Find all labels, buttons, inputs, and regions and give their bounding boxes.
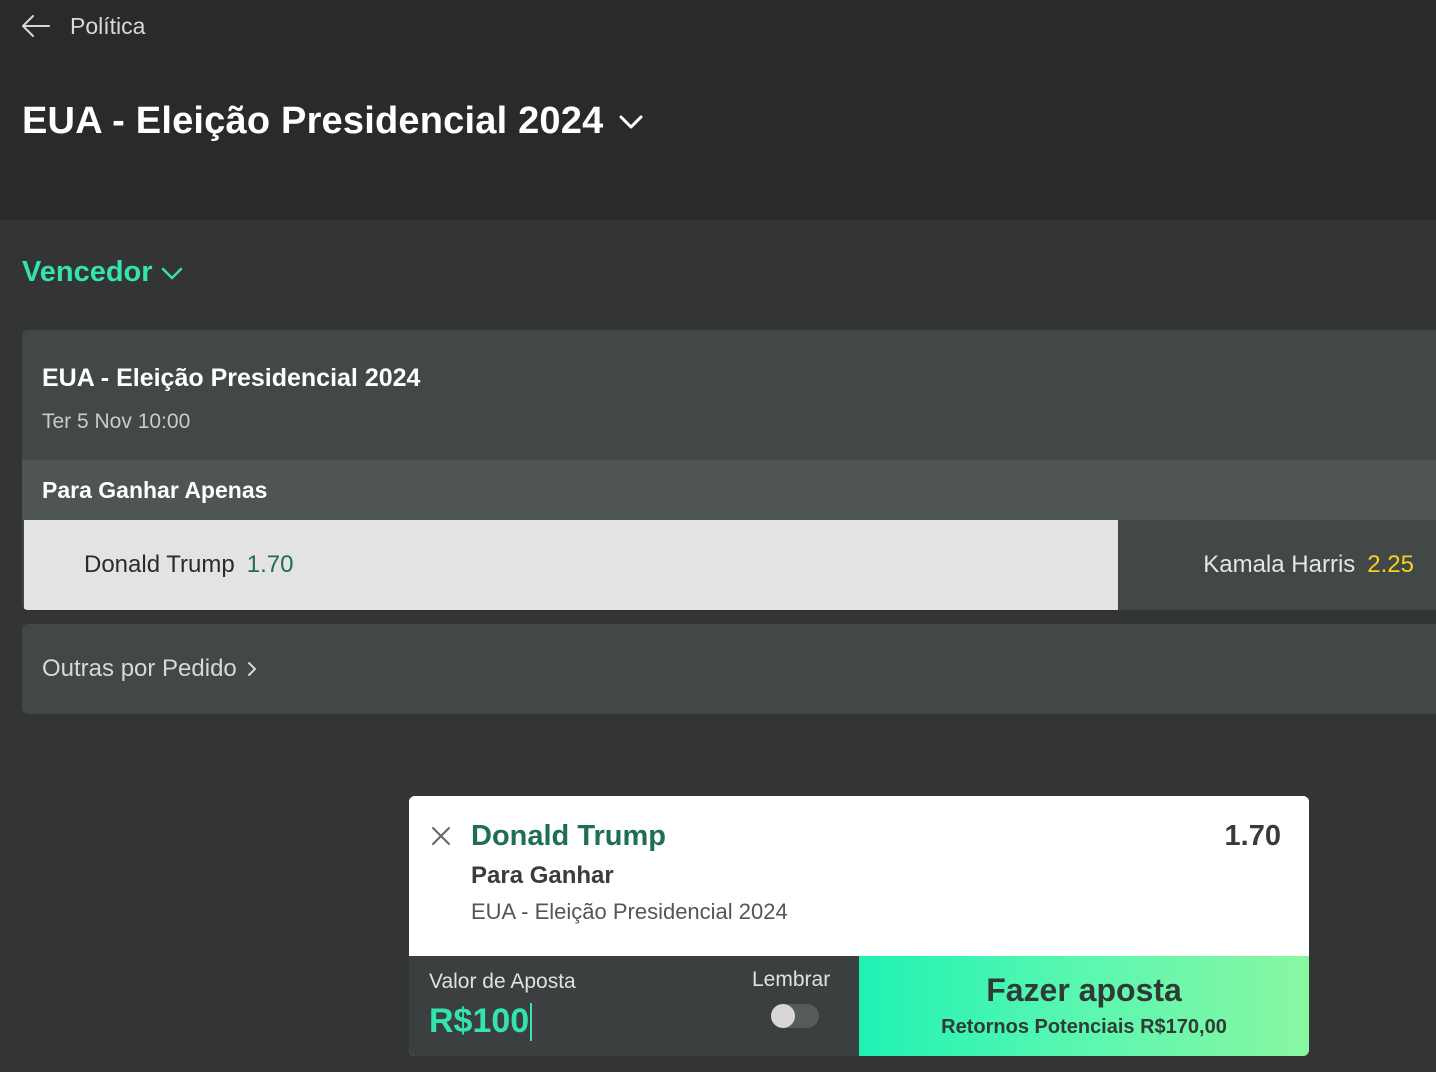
arrow-left-icon[interactable] xyxy=(20,10,52,42)
selection-kamala-harris[interactable]: Kamala Harris 2.25 xyxy=(1118,520,1436,610)
remember-label: Lembrar xyxy=(752,968,831,991)
selection-donald-trump[interactable]: Donald Trump 1.70 xyxy=(24,520,1118,610)
breadcrumb-category[interactable]: Política xyxy=(70,13,145,40)
place-bet-label: Fazer aposta xyxy=(986,972,1182,1008)
toggle-knob xyxy=(771,1004,795,1028)
stake-input[interactable]: R$100 xyxy=(429,1002,533,1041)
betslip-odds: 1.70 xyxy=(1224,820,1281,852)
selection-name: Kamala Harris xyxy=(1203,551,1356,578)
selection-name: Donald Trump xyxy=(84,551,235,578)
top-header: Política EUA - Eleição Presidencial 2024 xyxy=(0,0,1436,220)
chevron-down-icon[interactable] xyxy=(159,260,185,286)
selection-odds: 1.70 xyxy=(246,551,294,578)
close-icon[interactable] xyxy=(429,824,453,848)
back-button[interactable]: Política xyxy=(20,8,145,44)
market-name: Para Ganhar Apenas xyxy=(42,477,268,503)
potential-returns: Retornos Potenciais R$170,00 xyxy=(941,1016,1227,1038)
chevron-right-icon xyxy=(243,660,261,678)
remember-toggle[interactable] xyxy=(771,1004,819,1028)
event-title: EUA - Eleição Presidencial 2024 xyxy=(42,364,421,392)
other-markets-label[interactable]: Outras por Pedido xyxy=(42,655,237,683)
betslip: Donald Trump 1.70 Para Ganhar EUA - Elei… xyxy=(409,796,1309,1056)
betslip-selection-name: Donald Trump xyxy=(471,820,666,852)
event-card: EUA - Eleição Presidencial 2024 Ter 5 No… xyxy=(22,330,1436,610)
market-header: Para Ganhar Apenas xyxy=(22,460,1436,520)
betslip-market: Para Ganhar xyxy=(471,862,614,889)
other-markets-link[interactable]: Outras por Pedido xyxy=(22,624,1436,714)
betslip-controls: Valor de Aposta R$100 Lembrar Fazer apos… xyxy=(409,956,1309,1056)
betslip-event: EUA - Eleição Presidencial 2024 xyxy=(471,899,788,924)
betslip-selection: Donald Trump 1.70 Para Ganhar EUA - Elei… xyxy=(409,796,1309,956)
place-bet-button[interactable]: Fazer aposta Retornos Potenciais R$170,0… xyxy=(859,956,1309,1056)
event-title-dropdown[interactable]: EUA - Eleição Presidencial 2024 xyxy=(22,100,645,143)
page-title: EUA - Eleição Presidencial 2024 xyxy=(22,100,604,142)
stake-value[interactable]: R$100 xyxy=(429,1002,529,1041)
chevron-down-icon[interactable] xyxy=(617,108,645,136)
event-date: Ter 5 Nov 10:00 xyxy=(42,410,191,433)
text-caret xyxy=(530,1002,533,1041)
selection-odds: 2.25 xyxy=(1367,551,1414,578)
market-selector[interactable]: Vencedor xyxy=(22,256,185,289)
stake-label: Valor de Aposta xyxy=(429,970,576,993)
market-selector-label[interactable]: Vencedor xyxy=(22,256,153,289)
